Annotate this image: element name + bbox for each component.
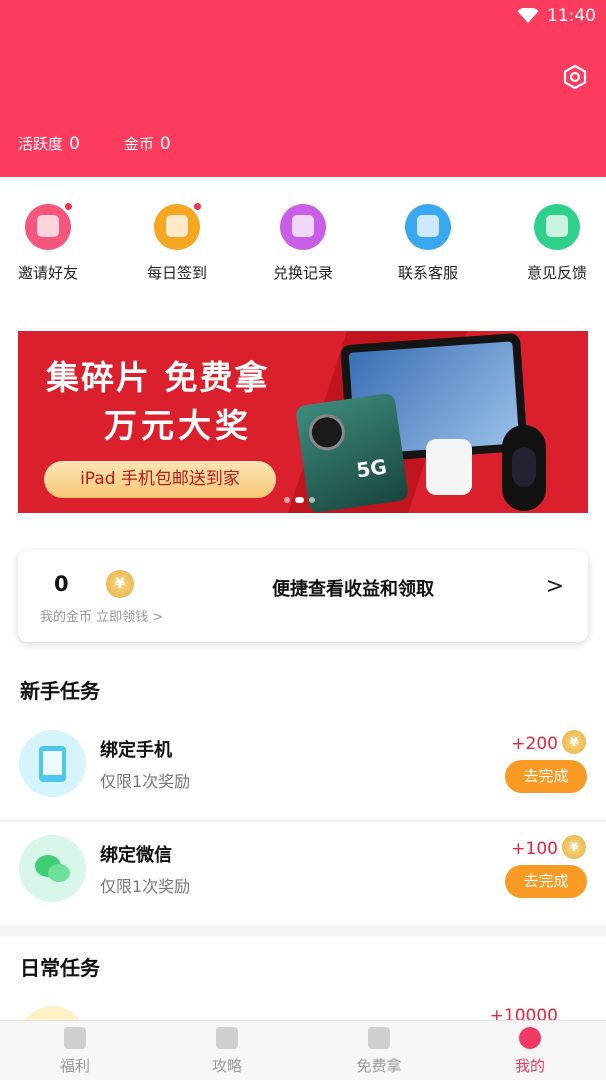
- earnings-value: 0: [54, 572, 69, 596]
- task-desc: 仅限1次奖励: [100, 877, 191, 896]
- stats-row: 活跃度 0 金币 0: [18, 133, 171, 154]
- quick-action-label: 兑换记录: [272, 264, 333, 282]
- feedback-icon: [534, 204, 580, 250]
- quick-actions: 邀请好友 每日签到 兑换记录 联系客服 意见反馈: [0, 200, 606, 300]
- status-bar: 11:40: [517, 6, 596, 26]
- quick-action-feedback[interactable]: 意见反馈: [507, 200, 606, 283]
- profile-page: 11:40 活跃度 0 金币 0 邀请好友 每日签到 兑换记录 联系客服 意见反…: [0, 0, 606, 1080]
- coin-icon: ¥: [562, 730, 586, 754]
- promo-banner[interactable]: 集碎片 免费拿 万元大奖 iPad 手机包邮送到家 5G: [18, 331, 588, 513]
- coins-label: 金币: [123, 135, 154, 153]
- section-gap: [0, 925, 606, 937]
- notification-dot: [63, 201, 74, 212]
- carousel-dot[interactable]: [309, 497, 315, 503]
- profile-icon: [519, 1027, 541, 1049]
- coin-icon: ¥: [562, 835, 586, 859]
- free-box-icon: [368, 1027, 390, 1049]
- earnings-card[interactable]: 0 ¥ 我的金币 立即领钱 > 便捷查看收益和领取 >: [18, 550, 588, 642]
- exchange-record-icon: [280, 204, 326, 250]
- carousel-dot-active[interactable]: [295, 497, 304, 503]
- task-reward: +100: [511, 839, 558, 859]
- nav-tab-free[interactable]: 免费拿: [339, 1027, 419, 1076]
- activity-label: 活跃度: [18, 135, 64, 153]
- invite-gift-icon: [25, 201, 74, 250]
- nav-label: 福利: [59, 1057, 90, 1075]
- nav-tab-guide[interactable]: 攻略: [187, 1027, 267, 1076]
- banner-cta-button[interactable]: iPad 手机包邮送到家: [44, 461, 276, 498]
- carousel-indicator: [284, 497, 315, 503]
- bind-phone-icon: [19, 730, 86, 797]
- nav-label: 攻略: [211, 1057, 242, 1075]
- phone-image: 5G: [294, 392, 410, 513]
- notification-dot: [192, 201, 203, 212]
- smart-band-image: [502, 425, 546, 511]
- task-bind-wechat: 绑定微信 仅限1次奖励 +100 ¥ 去完成: [0, 821, 606, 925]
- earbuds-image: [426, 439, 472, 495]
- daily-section-title: 日常任务: [20, 956, 100, 980]
- task-name: 绑定手机: [100, 740, 172, 761]
- wechat-icon: [19, 835, 86, 902]
- quick-action-label: 联系客服: [397, 264, 458, 282]
- task-name: 绑定微信: [100, 845, 172, 866]
- customer-service-icon: [405, 204, 451, 250]
- daily-checkin-icon: [154, 201, 203, 250]
- carousel-dot[interactable]: [284, 497, 290, 503]
- chevron-right-icon[interactable]: >: [546, 574, 564, 599]
- task-reward: +200: [511, 734, 558, 754]
- quick-action-label: 邀请好友: [17, 264, 78, 282]
- task-bind-phone: 绑定手机 仅限1次奖励 +200 ¥ 去完成: [0, 716, 606, 820]
- coin-icon: ¥: [106, 570, 134, 598]
- activity-value: 0: [69, 134, 80, 154]
- earnings-subtext[interactable]: 我的金币 立即领钱 >: [40, 606, 163, 625]
- quick-action-label: 意见反馈: [526, 264, 587, 282]
- nav-tab-welfare[interactable]: 福利: [35, 1027, 115, 1076]
- coins-value: 0: [159, 134, 171, 154]
- go-complete-button[interactable]: 去完成: [505, 760, 587, 793]
- nav-tab-mine[interactable]: 我的: [490, 1027, 570, 1076]
- coins-stat[interactable]: 金币 0: [124, 133, 171, 154]
- task-daily-partial: +10000: [0, 992, 606, 1022]
- nav-label: 我的: [514, 1057, 545, 1075]
- profile-header: 11:40 活跃度 0 金币 0: [0, 0, 606, 177]
- newbie-section-title: 新手任务: [20, 679, 100, 703]
- hexagon-settings-icon[interactable]: [562, 64, 588, 90]
- quick-action-service[interactable]: 联系客服: [378, 200, 478, 283]
- gift-icon: [64, 1027, 86, 1049]
- quick-action-label: 每日签到: [146, 264, 207, 282]
- quick-action-invite[interactable]: 邀请好友: [0, 200, 98, 283]
- book-icon: [216, 1027, 238, 1049]
- status-time: 11:40: [547, 6, 596, 26]
- quick-action-exchange[interactable]: 兑换记录: [253, 200, 353, 283]
- wifi-icon: [517, 8, 539, 23]
- banner-title-line1: 集碎片 免费拿: [46, 358, 270, 397]
- banner-title-line2: 万元大奖: [104, 406, 252, 445]
- task-desc: 仅限1次奖励: [100, 772, 191, 791]
- phone-badge: 5G: [354, 454, 389, 483]
- earnings-main-text: 便捷查看收益和领取: [272, 579, 434, 600]
- activity-stat[interactable]: 活跃度 0: [18, 133, 80, 154]
- bottom-nav: 福利 攻略 免费拿 我的: [0, 1020, 606, 1080]
- quick-action-checkin[interactable]: 每日签到: [127, 200, 227, 283]
- nav-label: 免费拿: [356, 1057, 402, 1075]
- go-complete-button[interactable]: 去完成: [505, 865, 587, 898]
